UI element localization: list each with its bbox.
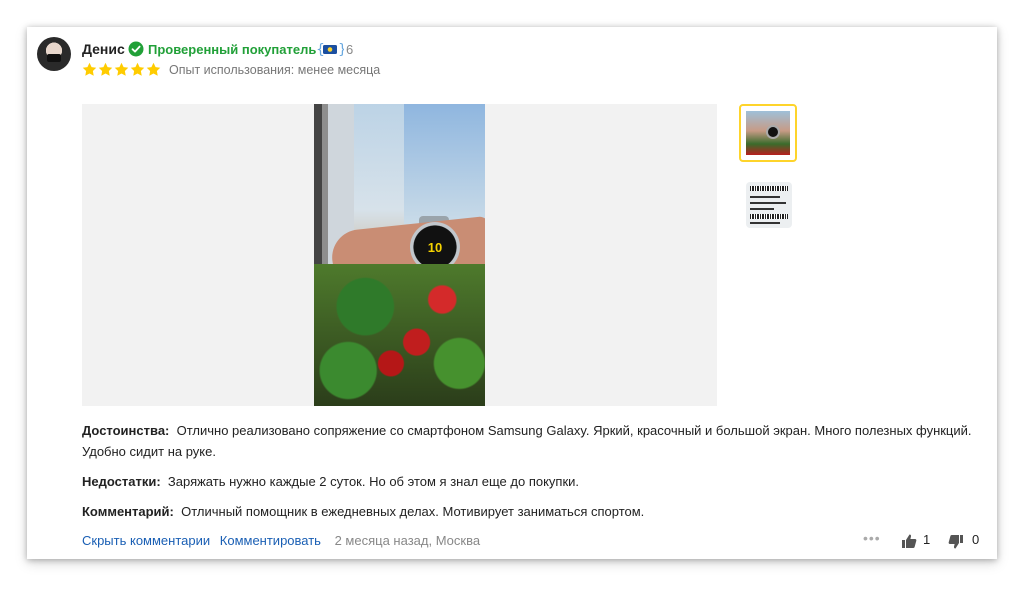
label-line	[750, 208, 774, 210]
barcode	[750, 186, 788, 191]
review-card: Денис Проверенный покупатель { } 6 Опыт …	[27, 27, 997, 559]
photo-gallery: 10	[82, 104, 717, 406]
label-line	[750, 196, 780, 198]
svg-text:}: }	[338, 42, 344, 57]
label-line	[750, 222, 780, 224]
thumbnail-2[interactable]	[746, 182, 792, 228]
avatar[interactable]	[37, 37, 71, 71]
review-photo[interactable]: 10	[314, 104, 485, 406]
verified-check-icon	[128, 41, 144, 57]
hide-comments-link[interactable]: Скрыть комментарии	[82, 533, 210, 548]
rating-stars	[82, 62, 161, 77]
comment-text: Отличный помощник в ежедневных делах. Мо…	[181, 504, 645, 519]
cons-label: Недостатки:	[82, 474, 161, 489]
author-name[interactable]: Денис	[82, 41, 125, 57]
comment-section: Комментарий: Отличный помощник в ежеднев…	[82, 501, 987, 522]
photo-plants	[314, 264, 485, 406]
thumbnail-1-image	[746, 111, 790, 155]
more-icon[interactable]: •••	[863, 530, 881, 546]
cons-section: Недостатки: Заряжать нужно каждые 2 суто…	[82, 471, 987, 492]
verified-buyer-label: Проверенный покупатель	[148, 42, 317, 57]
pros-section: Достоинства: Отлично реализовано сопряже…	[82, 420, 987, 462]
thumbs-down-icon[interactable]	[948, 534, 964, 550]
badge-count: 6	[346, 42, 354, 57]
star-icon	[146, 62, 161, 76]
photo-sky	[404, 104, 485, 224]
add-comment-link[interactable]: Комментировать	[220, 533, 321, 548]
star-icon	[82, 62, 97, 76]
pros-text: Отлично реализовано сопряжение со смартф…	[82, 423, 972, 459]
label-line	[750, 202, 786, 204]
usage-duration: Опыт использования: менее месяца	[169, 63, 381, 77]
avatar-mask	[47, 54, 61, 62]
barcode	[750, 214, 788, 219]
thumbnail-1-selected[interactable]	[739, 104, 797, 162]
dislike-count: 0	[972, 532, 980, 547]
star-icon	[130, 62, 145, 76]
cons-text: Заряжать нужно каждые 2 суток. Но об это…	[167, 474, 580, 489]
badge-icon[interactable]: { }	[316, 41, 344, 57]
pros-label: Достоинства:	[82, 423, 170, 438]
like-count: 1	[923, 532, 931, 547]
comment-label: Комментарий:	[82, 504, 174, 519]
star-icon	[114, 62, 129, 76]
review-date-location: 2 месяца назад, Москва	[334, 533, 481, 548]
star-icon	[98, 62, 113, 76]
review-footer: Скрыть комментарии Комментировать 2 меся…	[82, 531, 480, 551]
thumbs-up-icon[interactable]	[901, 533, 917, 549]
